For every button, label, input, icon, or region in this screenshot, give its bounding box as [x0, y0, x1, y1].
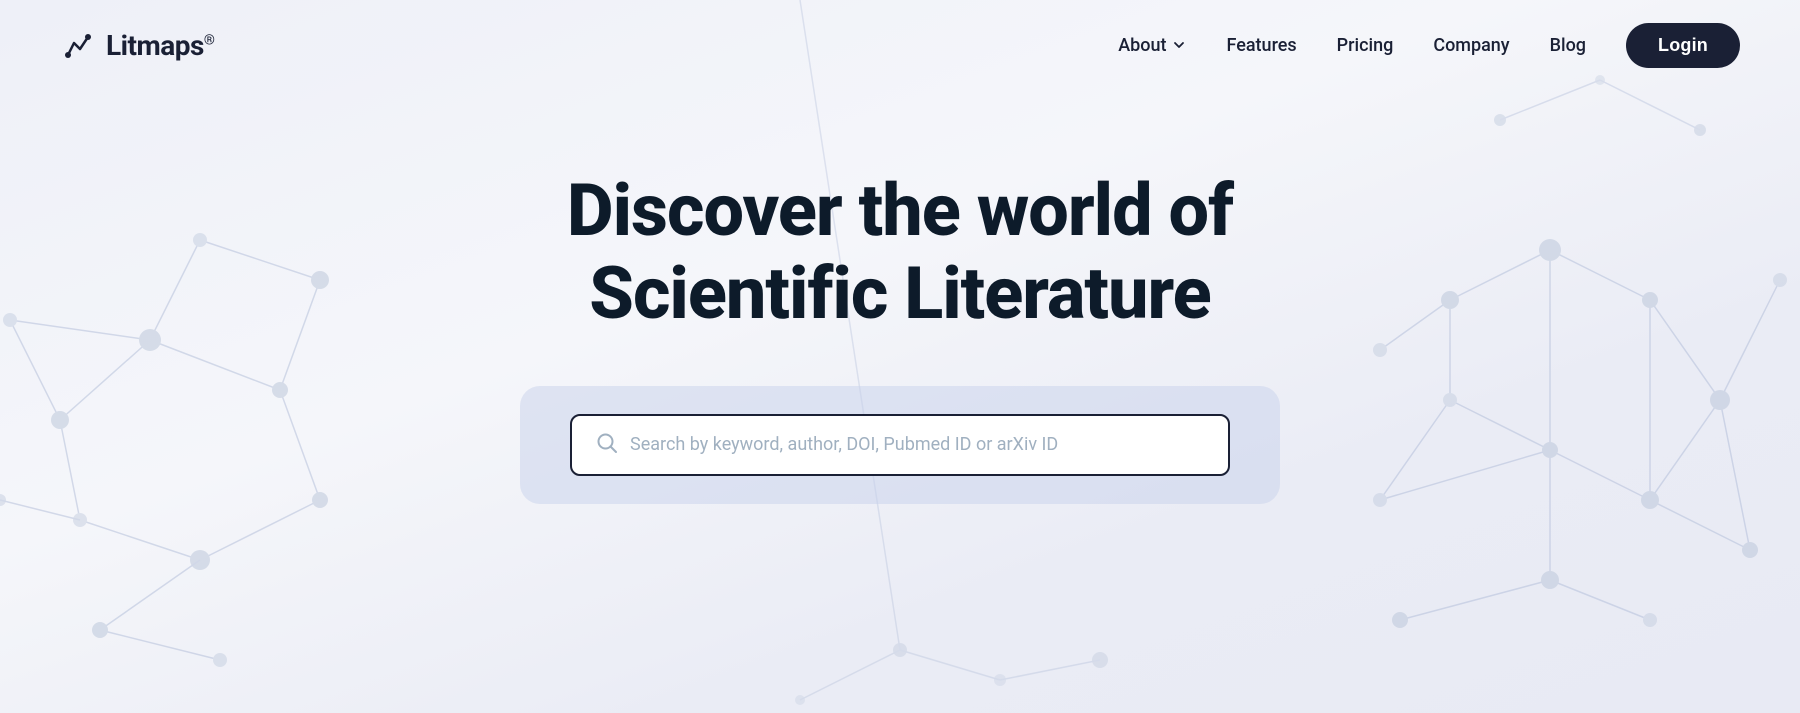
- hero-section: Discover the world of Scientific Literat…: [0, 90, 1800, 504]
- nav-features[interactable]: Features: [1226, 35, 1296, 56]
- search-input[interactable]: [630, 434, 1204, 455]
- navbar: Litmaps® About Features Pricing Company …: [0, 0, 1800, 90]
- search-box: [570, 414, 1230, 476]
- logo-icon: [60, 27, 96, 63]
- search-container: [520, 386, 1280, 504]
- nav-links: About Features Pricing Company Blog Logi…: [1118, 23, 1740, 68]
- search-icon: [596, 432, 618, 458]
- nav-blog[interactable]: Blog: [1550, 35, 1586, 56]
- logo[interactable]: Litmaps®: [60, 27, 214, 63]
- nav-about[interactable]: About: [1118, 35, 1186, 56]
- chevron-down-icon: [1172, 38, 1186, 52]
- hero-title: Discover the world of Scientific Literat…: [567, 170, 1233, 336]
- nav-company[interactable]: Company: [1433, 35, 1509, 56]
- login-button[interactable]: Login: [1626, 23, 1740, 68]
- brand-name: Litmaps®: [106, 29, 214, 62]
- nav-pricing[interactable]: Pricing: [1337, 35, 1394, 56]
